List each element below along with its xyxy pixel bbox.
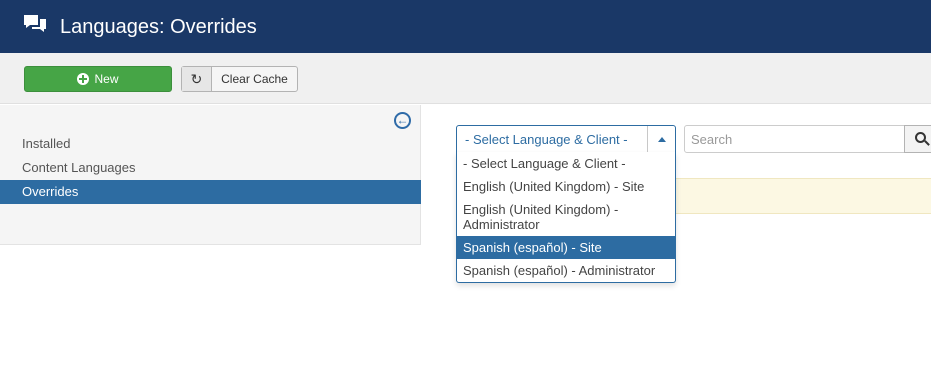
dropdown-option[interactable]: English (United Kingdom) - Site (457, 175, 675, 198)
dropdown-option-highlighted[interactable]: Spanish (español) - Site (457, 236, 675, 259)
search-button[interactable] (904, 125, 931, 153)
new-button-label: New (94, 72, 119, 86)
sidebar-item-content-languages[interactable]: Content Languages (0, 156, 421, 180)
collapse-sidebar-icon[interactable]: ← (394, 112, 411, 129)
plus-circle-icon (77, 73, 90, 85)
page-title: Languages: Overrides (60, 16, 257, 38)
sidebar-item-overrides[interactable]: Overrides (0, 180, 421, 204)
clear-cache-label: Clear Cache (221, 72, 288, 86)
comments-icon (24, 15, 46, 32)
sidebar: ← Installed Content Languages Overrides (0, 105, 421, 245)
chevron-up-icon[interactable] (647, 126, 675, 152)
select-current-value: - Select Language & Client - (465, 132, 628, 147)
sidebar-item-installed[interactable]: Installed (0, 132, 421, 156)
page-header: Languages: Overrides (0, 0, 931, 53)
language-client-select[interactable]: - Select Language & Client - (456, 125, 676, 153)
language-client-dropdown: - Select Language & Client - English (Un… (456, 152, 676, 283)
refresh-icon: ↻ (182, 67, 212, 91)
toolbar: New ↻ Clear Cache (0, 53, 931, 104)
dropdown-option[interactable]: Spanish (español) - Administrator (457, 259, 675, 282)
clear-cache-button[interactable]: ↻ Clear Cache (181, 66, 298, 92)
search-input[interactable] (684, 125, 905, 153)
dropdown-option[interactable]: - Select Language & Client - (457, 152, 675, 175)
new-button[interactable]: New (24, 66, 172, 92)
dropdown-option[interactable]: English (United Kingdom) - Administrator (457, 198, 675, 236)
